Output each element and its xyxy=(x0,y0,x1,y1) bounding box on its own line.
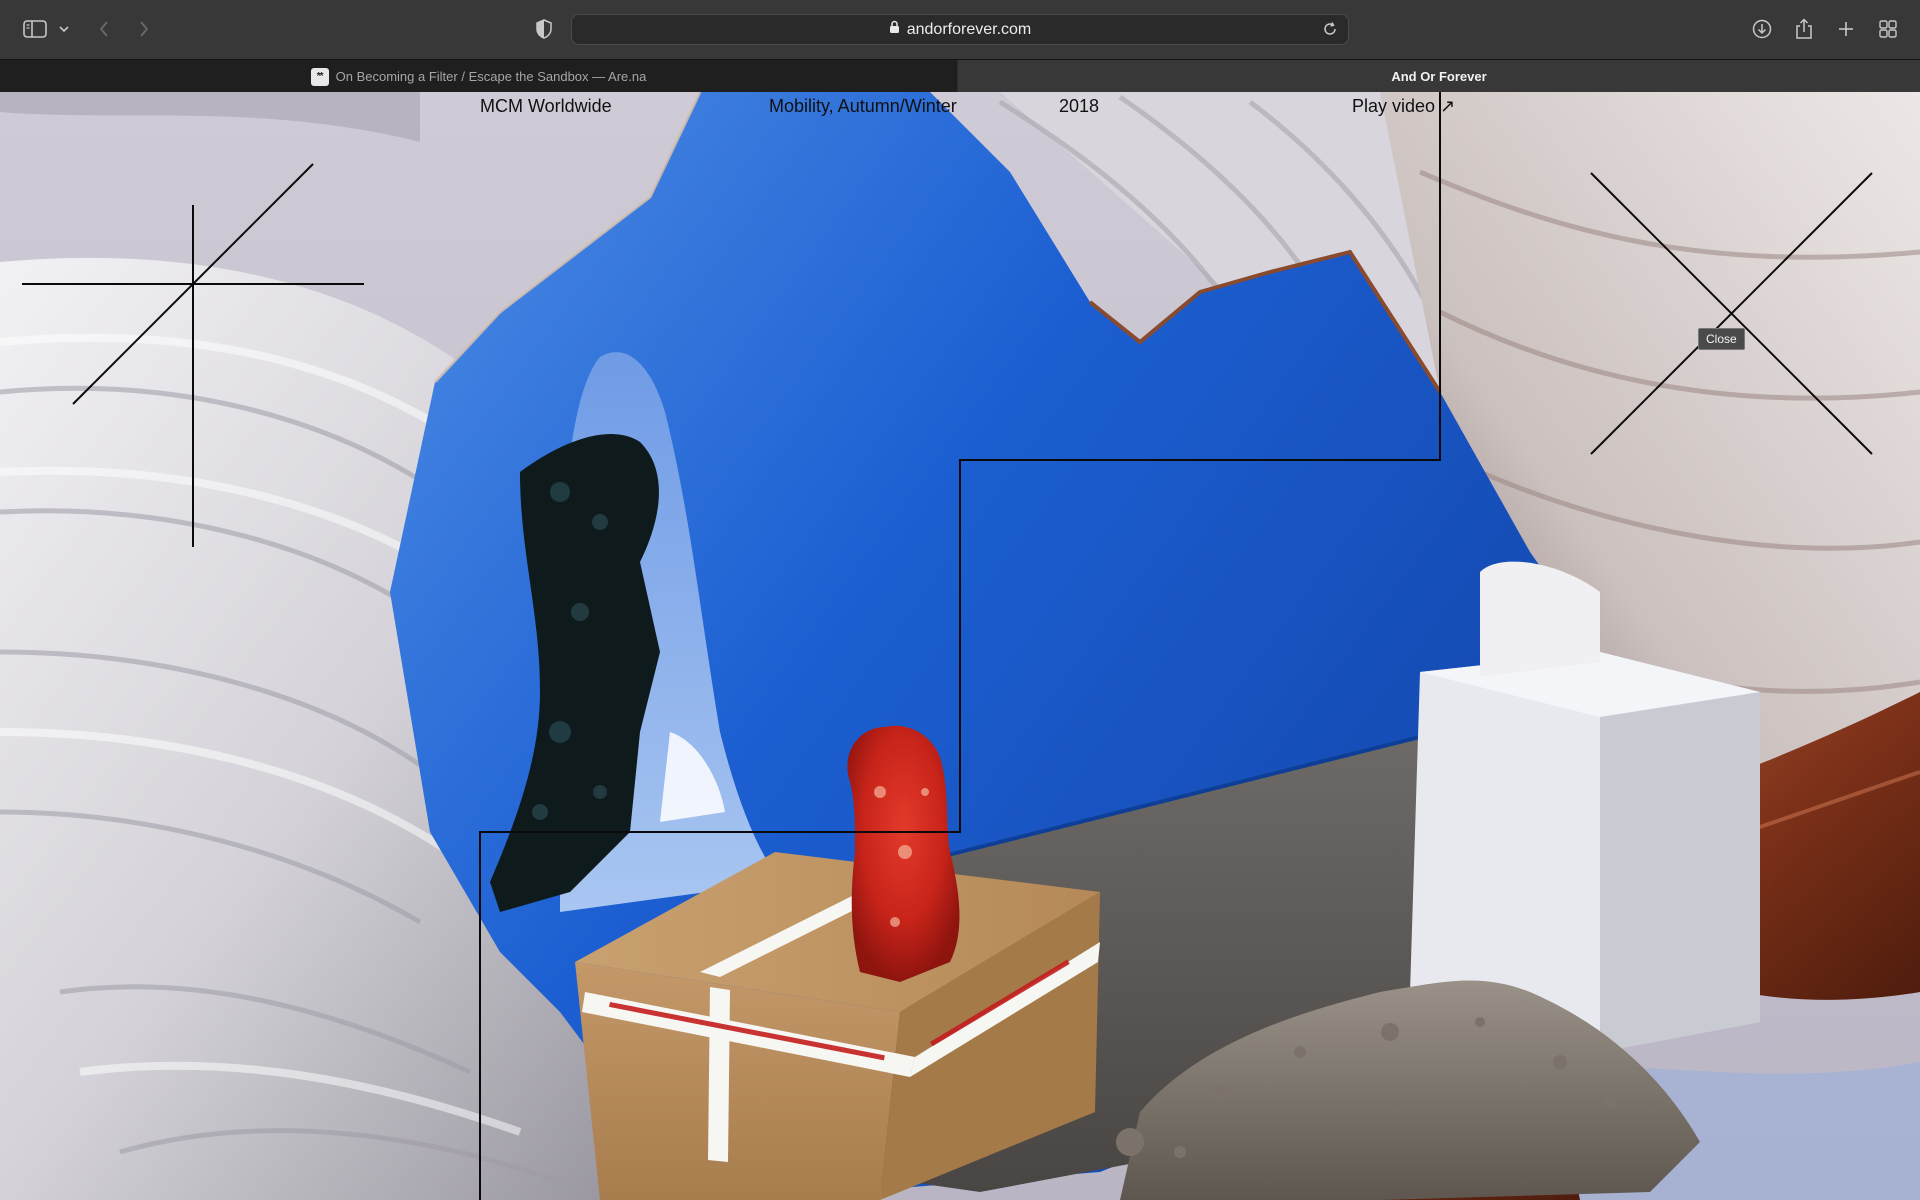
arrow-up-right-icon: ↗ xyxy=(1440,96,1456,116)
tab-label: On Becoming a Filter / Escape the Sandbo… xyxy=(335,69,647,84)
tab-arena[interactable]: ** On Becoming a Filter / Escape the San… xyxy=(0,60,958,93)
arena-favicon-icon: ** xyxy=(310,67,329,86)
project-page: MCM Worldwide Mobility, Autumn/Winter 20… xyxy=(0,92,1920,1200)
project-year: 2018 xyxy=(1059,96,1100,116)
address-bar[interactable]: andorforever.com xyxy=(571,14,1349,45)
sidebar-icon[interactable] xyxy=(20,14,50,44)
browser-toolbar: andorforever.com xyxy=(0,0,1920,59)
play-video-label: Play video xyxy=(1352,96,1436,116)
back-icon[interactable] xyxy=(94,14,114,44)
close-button[interactable] xyxy=(1591,173,1872,454)
url-text: andorforever.com xyxy=(906,20,1032,38)
tab-bar: ** On Becoming a Filter / Escape the San… xyxy=(0,59,1920,93)
project-title: Mobility, Autumn/Winter xyxy=(769,96,957,116)
reload-icon[interactable] xyxy=(1322,21,1338,42)
lock-icon xyxy=(889,20,900,39)
project-client: MCM Worldwide xyxy=(480,96,612,116)
share-icon[interactable] xyxy=(1792,14,1816,44)
close-tooltip: Close xyxy=(1698,328,1745,350)
tab-and-or-forever[interactable]: And Or Forever xyxy=(958,60,1920,93)
new-tab-icon[interactable] xyxy=(1834,14,1858,44)
shield-icon[interactable] xyxy=(533,14,555,44)
tab-label: And Or Forever xyxy=(1391,69,1487,84)
play-video-link[interactable]: Play video ↗ xyxy=(1352,96,1455,117)
forward-icon[interactable] xyxy=(134,14,154,44)
chevron-down-icon[interactable] xyxy=(56,14,72,44)
tab-overview-icon[interactable] xyxy=(1876,14,1900,44)
download-icon[interactable] xyxy=(1750,14,1774,44)
